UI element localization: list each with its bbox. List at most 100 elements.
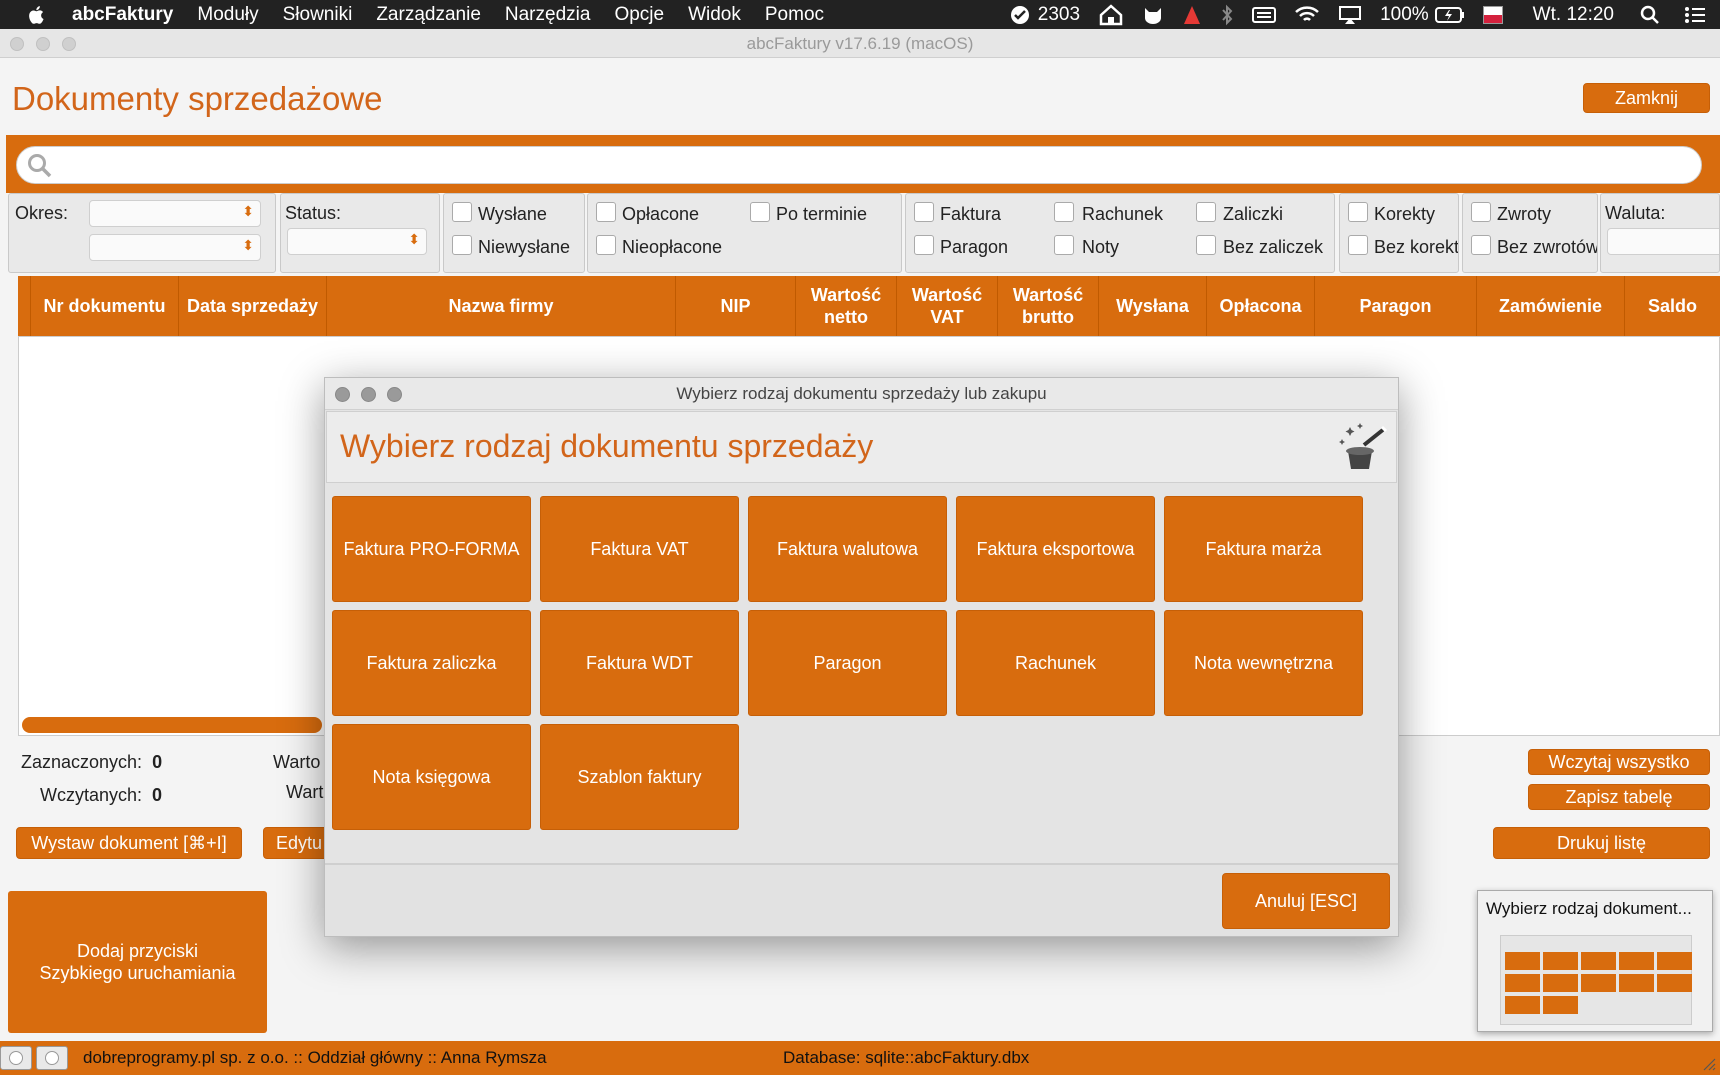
- checkbox-zwroty[interactable]: [1471, 202, 1491, 222]
- tile-faktura-walutowa[interactable]: Faktura walutowa: [748, 496, 947, 602]
- tile-szablon-faktury[interactable]: Szablon faktury: [540, 724, 739, 830]
- document-type-dialog: Wybierz rodzaj dokumentu sprzedaży lub z…: [324, 377, 1399, 937]
- print-list-button[interactable]: Drukuj listę: [1493, 827, 1710, 859]
- menu-moduly[interactable]: Moduły: [197, 4, 258, 26]
- table-header: Nr dokumentu Data sprzedaży Nazwa firmy …: [18, 276, 1720, 336]
- battery-icon[interactable]: [1434, 6, 1465, 24]
- label-zaliczki: Zaliczki: [1223, 204, 1284, 224]
- page-title: Dokumenty sprzedażowe: [12, 80, 383, 117]
- tile-faktura-eksportowa[interactable]: Faktura eksportowa: [956, 496, 1155, 602]
- apple-logo-icon[interactable]: [26, 4, 48, 26]
- airplay-icon[interactable]: [1338, 5, 1362, 25]
- loaded-value: 0: [152, 785, 163, 805]
- period-from-select[interactable]: [89, 200, 261, 227]
- tile-rachunek[interactable]: Rachunek: [956, 610, 1155, 716]
- checkbox-zaliczki[interactable]: [1196, 202, 1216, 222]
- bluetooth-icon[interactable]: [1220, 4, 1234, 26]
- menu-zarzadzanie[interactable]: Zarządzanie: [376, 4, 481, 26]
- status-counter[interactable]: 2303: [1038, 4, 1080, 26]
- quick-launch-add-button[interactable]: Dodaj przyciski Szybkiego uruchamiania: [8, 891, 267, 1033]
- currency-select[interactable]: [1607, 228, 1719, 255]
- menu-app-name[interactable]: abcFaktury: [72, 4, 173, 26]
- menu-narzedzia[interactable]: Narzędzia: [505, 4, 591, 26]
- horizontal-scrollbar[interactable]: [22, 717, 322, 733]
- column-zamowienie[interactable]: Zamówienie: [1477, 276, 1625, 336]
- window-close-button[interactable]: [10, 37, 24, 51]
- search-input[interactable]: [16, 146, 1702, 184]
- column-wartosc-brutto[interactable]: Wartość brutto: [998, 276, 1099, 336]
- checkbox-rachunek[interactable]: [1054, 202, 1074, 222]
- dialog-zoom-button[interactable]: [387, 387, 402, 402]
- tile-faktura-marza[interactable]: Faktura marża: [1164, 496, 1363, 602]
- period-to-select[interactable]: [89, 234, 261, 261]
- checkbox-nieoplacone[interactable]: [596, 235, 616, 255]
- label-bez-zwrotow: Bez zwrotów: [1497, 237, 1598, 257]
- column-data-sprzedazy[interactable]: Data sprzedaży: [179, 276, 327, 336]
- menu-pomoc[interactable]: Pomoc: [765, 4, 824, 26]
- tile-nota-wewnetrzna[interactable]: Nota wewnętrzna: [1164, 610, 1363, 716]
- column-oplacona[interactable]: Opłacona: [1207, 276, 1315, 336]
- checkbox-faktura[interactable]: [914, 202, 934, 222]
- window-minimize-button[interactable]: [36, 37, 50, 51]
- status-label: Status:: [285, 203, 342, 223]
- poland-flag-icon[interactable]: [1482, 5, 1503, 24]
- column-nr-dokumentu[interactable]: Nr dokumentu: [31, 276, 179, 336]
- tile-faktura-pro-forma[interactable]: Faktura PRO-FORMA: [332, 496, 531, 602]
- quick-launch-line2: Szybkiego uruchamiania: [39, 963, 236, 983]
- clock[interactable]: Wt. 12:20: [1533, 4, 1614, 26]
- checkbox-noty[interactable]: [1054, 235, 1074, 255]
- window-thumbnail[interactable]: Wybierz rodzaj dokument...: [1477, 890, 1713, 1032]
- menu-slowniki[interactable]: Słowniki: [283, 4, 353, 26]
- checkbox-niewyslane[interactable]: [452, 235, 472, 255]
- alert-icon[interactable]: [1182, 4, 1202, 26]
- column-nip[interactable]: NIP: [676, 276, 796, 336]
- column-paragon[interactable]: Paragon: [1315, 276, 1477, 336]
- checkbox-bez-zaliczek[interactable]: [1196, 235, 1216, 255]
- checkbox-wyslane[interactable]: [452, 202, 472, 222]
- dialog-minimize-button[interactable]: [361, 387, 376, 402]
- home-icon[interactable]: [1098, 3, 1124, 26]
- clock-badge-icon[interactable]: [1010, 5, 1030, 25]
- window-zoom-button[interactable]: [62, 37, 76, 51]
- label-niewyslane: Niewysłane: [478, 237, 571, 257]
- save-table-button[interactable]: Zapisz tabelę: [1528, 784, 1710, 810]
- cat-icon[interactable]: [1142, 4, 1164, 26]
- column-wartosc-netto[interactable]: Wartość netto: [796, 276, 897, 336]
- menu-widok[interactable]: Widok: [688, 4, 741, 26]
- column-saldo[interactable]: Saldo: [1625, 276, 1720, 336]
- cancel-button[interactable]: Anuluj [ESC]: [1222, 873, 1390, 929]
- close-button[interactable]: Zamknij: [1583, 83, 1710, 113]
- checkbox-bez-korekt[interactable]: [1348, 235, 1368, 255]
- checkbox-oplacone[interactable]: [596, 202, 616, 222]
- status-toggle-1[interactable]: [0, 1046, 32, 1070]
- label-korekty: Korekty: [1374, 204, 1436, 224]
- column-wyslana[interactable]: Wysłana: [1099, 276, 1207, 336]
- label-bez-korekt: Bez korekt: [1374, 237, 1459, 257]
- checkbox-paragon[interactable]: [914, 235, 934, 255]
- issue-document-button[interactable]: Wystaw dokument [⌘+I]: [16, 827, 242, 859]
- notification-center-icon[interactable]: [1684, 6, 1706, 24]
- tile-faktura-vat[interactable]: Faktura VAT: [540, 496, 739, 602]
- keyboard-icon[interactable]: [1252, 5, 1277, 25]
- load-all-button[interactable]: Wczytaj wszystko: [1528, 749, 1710, 775]
- status-filter-panel: Status:: [280, 193, 440, 273]
- column-nazwa-firmy[interactable]: Nazwa firmy: [327, 276, 676, 336]
- tile-faktura-zaliczka[interactable]: Faktura zaliczka: [332, 610, 531, 716]
- tile-faktura-wdt[interactable]: Faktura WDT: [540, 610, 739, 716]
- wifi-icon[interactable]: [1294, 5, 1320, 25]
- column-wartosc-vat[interactable]: Wartość VAT: [897, 276, 998, 336]
- status-select[interactable]: [287, 228, 427, 255]
- resize-grip-icon[interactable]: [1700, 1055, 1716, 1071]
- tile-nota-ksiegowa[interactable]: Nota księgowa: [332, 724, 531, 830]
- label-faktura: Faktura: [940, 204, 1002, 224]
- checkbox-bez-zwrotow[interactable]: [1471, 235, 1491, 255]
- checkbox-po-terminie[interactable]: [750, 202, 770, 222]
- checkbox-korekty[interactable]: [1348, 202, 1368, 222]
- edit-button[interactable]: Edytu: [263, 827, 331, 859]
- tile-paragon[interactable]: Paragon: [748, 610, 947, 716]
- dialog-close-button[interactable]: [335, 387, 350, 402]
- battery-percent[interactable]: 100%: [1380, 4, 1429, 26]
- spotlight-search-icon[interactable]: [1640, 5, 1660, 25]
- status-toggle-2[interactable]: [36, 1046, 68, 1070]
- menu-opcje[interactable]: Opcje: [614, 4, 664, 26]
